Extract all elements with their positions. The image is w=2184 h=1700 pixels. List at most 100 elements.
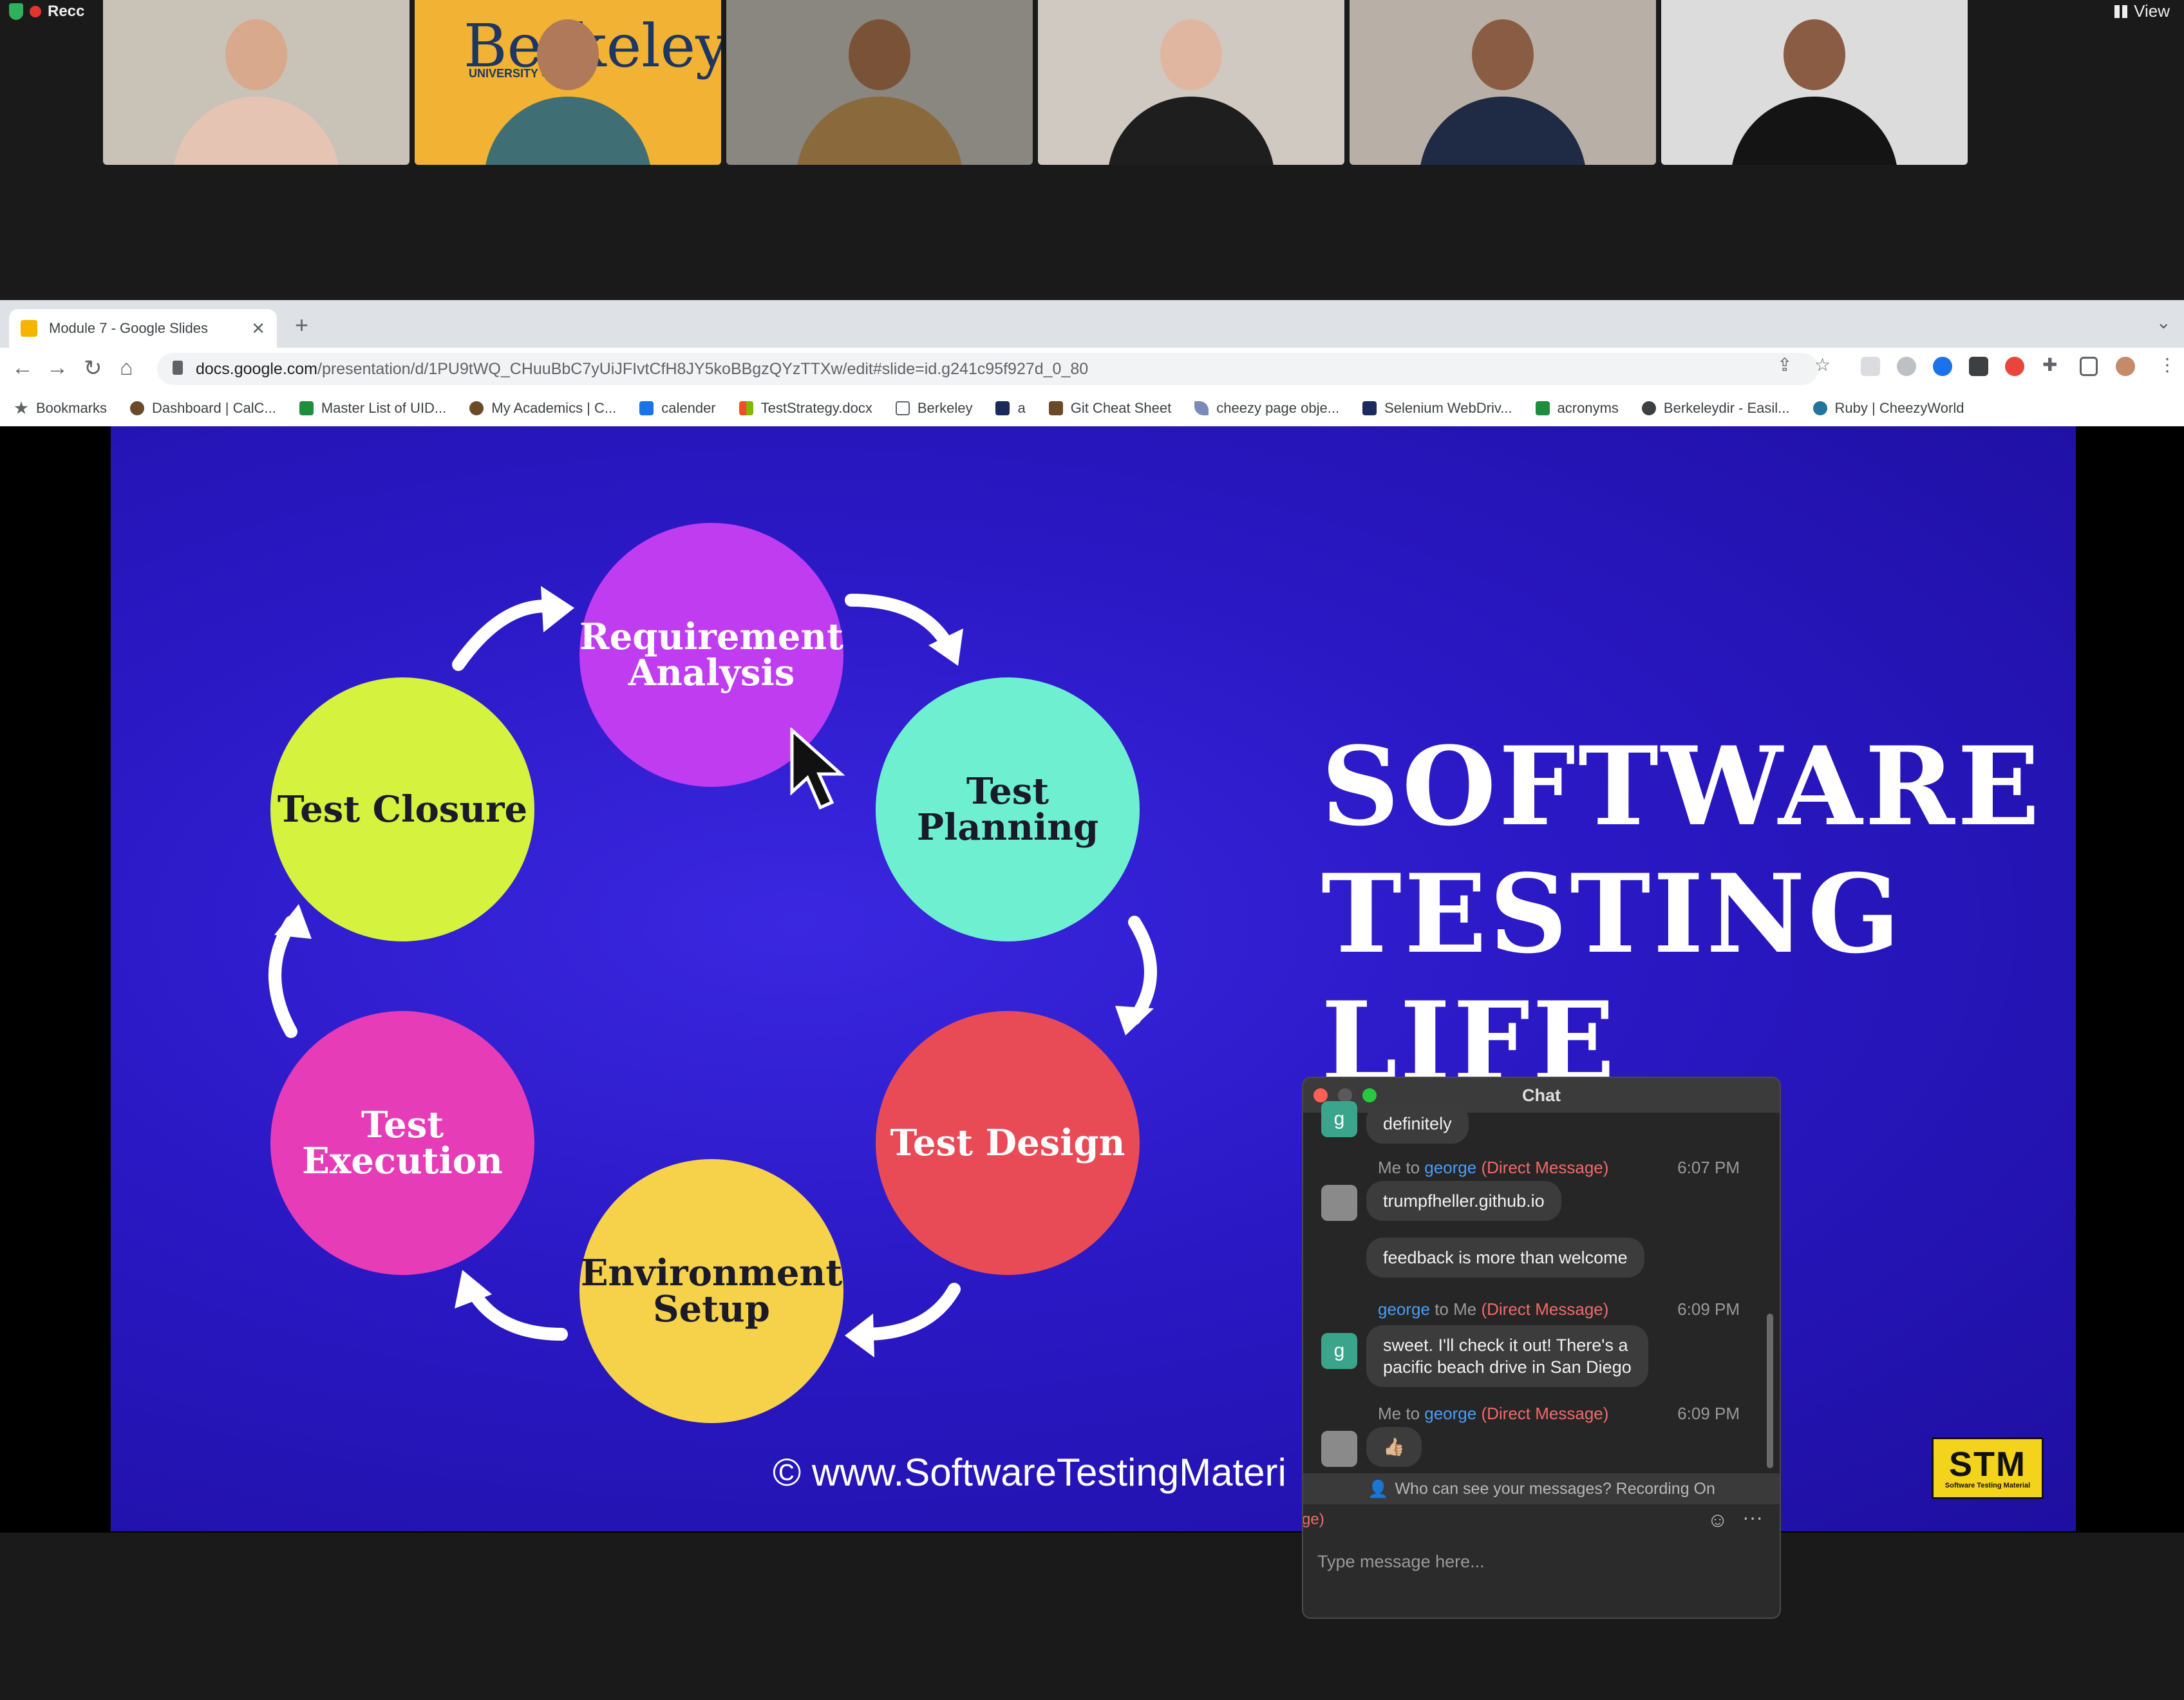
bookmark-item[interactable]: Git Cheat Sheet	[1048, 400, 1172, 417]
participant-video-3[interactable]	[726, 0, 1033, 165]
participant-head	[537, 19, 599, 90]
tab-google-slides[interactable]: Module 7 - Google Slides ✕	[9, 309, 277, 348]
arrow-requirement-to-planning	[845, 594, 954, 652]
extensions-puzzle-icon[interactable]: ✚	[2042, 354, 2057, 375]
arrowhead	[1115, 1006, 1154, 1035]
zoom-window-icon[interactable]	[1362, 1088, 1377, 1102]
chat-message[interactable]: trumpfheller.github.io	[1366, 1181, 1561, 1221]
bookmark-item[interactable]: Berkeleydir - Easil...	[1641, 400, 1790, 417]
view-button[interactable]: View	[2114, 1, 2170, 21]
emoji-icon[interactable]: ☺	[1707, 1508, 1728, 1532]
sheets-icon	[299, 401, 314, 415]
recipient: to Me	[1435, 1299, 1477, 1319]
chat-window[interactable]: Chat g definitely Me to george (Direct M…	[1302, 1077, 1781, 1619]
profile-avatar[interactable]	[2116, 357, 2135, 376]
message-text: sweet. I'll check it out! There's a	[1383, 1336, 1628, 1355]
bookmark-item[interactable]: cheezy page obje...	[1194, 400, 1339, 417]
chat-scrollbar[interactable]	[1767, 1314, 1773, 1468]
kebab-menu-icon[interactable]: ⋮	[2158, 354, 2176, 375]
logo-text: STM	[1949, 1445, 2026, 1484]
bookmark-label: TestStrategy.docx	[760, 400, 872, 416]
sender[interactable]: george	[1378, 1299, 1430, 1319]
bookmark-label: Berkeley	[917, 400, 973, 416]
bookmark-label: cheezy page obje...	[1216, 400, 1340, 416]
extension-red-icon[interactable]	[2005, 357, 2024, 376]
close-window-icon[interactable]	[1313, 1088, 1328, 1102]
bookmark-item[interactable]: Master List of UID...	[299, 400, 446, 417]
stm-logo: STM Software Testing Material	[1932, 1437, 2044, 1499]
participant-video-1[interactable]	[103, 0, 410, 165]
bookmark-label: Master List of UID...	[321, 400, 447, 416]
reload-icon[interactable]: ↻	[84, 355, 102, 381]
forward-arrow-icon[interactable]: →	[46, 355, 68, 381]
chat-message[interactable]: definitely	[1366, 1104, 1469, 1144]
recipient[interactable]: george	[1424, 1404, 1476, 1423]
participant-video-6[interactable]	[1661, 0, 1968, 165]
recording-dot-icon	[30, 6, 41, 17]
address-bar[interactable]: docs.google.com/presentation/d/1PU9tWQ_C…	[157, 353, 1818, 385]
participant-head	[1784, 19, 1845, 90]
stage-label: Test Design	[890, 1122, 1125, 1164]
cal-icon	[995, 401, 1010, 415]
bookmark-item[interactable]: Bookmarks	[14, 400, 107, 417]
bookmark-item[interactable]: My Academics | C...	[469, 400, 616, 417]
bookmark-item[interactable]: Dashboard | CalC...	[130, 400, 276, 417]
chat-message-input[interactable]	[1316, 1543, 1763, 1580]
stage-label: Environment Setup	[580, 1252, 843, 1330]
stage-label: Test Planning	[916, 770, 1099, 849]
bookmark-item[interactable]: a	[995, 400, 1026, 417]
bookmark-label: My Academics | C...	[491, 400, 617, 416]
back-arrow-icon[interactable]: ←	[12, 355, 33, 381]
participant-video-4[interactable]	[1038, 0, 1344, 165]
extension-sync-icon[interactable]	[1897, 357, 1916, 376]
extension-zoom-icon[interactable]	[1933, 357, 1952, 376]
bookmark-item[interactable]: Berkeley	[895, 400, 973, 417]
url-host: docs.google.com	[196, 359, 318, 378]
extension-dark-icon[interactable]	[1969, 357, 1988, 376]
bookmark-item[interactable]: calender	[639, 400, 716, 417]
bookmark-item[interactable]: Selenium WebDriv...	[1362, 400, 1512, 417]
mouse-pointer-icon	[790, 728, 845, 810]
more-options-icon[interactable]: ···	[1742, 1506, 1763, 1529]
home-icon[interactable]: ⌂	[120, 355, 133, 381]
chat-message[interactable]: 👍🏼	[1366, 1427, 1422, 1467]
chat-message[interactable]: feedback is more than welcome	[1366, 1238, 1644, 1278]
tab-search-chevron-icon[interactable]: ⌄	[2156, 312, 2171, 333]
address-row: ← → ↻ ⌂ docs.google.com/presentation/d/1…	[0, 348, 2184, 390]
lock-icon[interactable]	[173, 361, 183, 375]
sheets-icon	[1535, 401, 1550, 415]
bookmark-star-icon[interactable]: ☆	[1814, 354, 1831, 375]
calendar-icon	[639, 401, 654, 415]
avatar-letter: g	[1333, 1340, 1345, 1361]
url-path: /presentation/d/1PU9tWQ_CHuuBbC7yUiJFIvt…	[317, 359, 1089, 378]
browser-window: Module 7 - Google Slides ✕ + ⌄ ← → ↻ ⌂ d…	[0, 300, 2184, 427]
message-text: pacific beach drive in San Diego	[1383, 1357, 1632, 1377]
recipient[interactable]: george	[1424, 1158, 1476, 1177]
bookmark-item[interactable]: TestStrategy.docx	[739, 400, 872, 417]
minimize-window-icon[interactable]	[1338, 1088, 1352, 1102]
recording-indicator[interactable]: Recc	[9, 3, 84, 21]
chat-privacy-notice[interactable]: 👤 Who can see your messages? Recording O…	[1303, 1473, 1780, 1504]
folder-icon	[895, 401, 910, 415]
chat-message-list[interactable]: g definitely Me to george (Direct Messag…	[1303, 1101, 1780, 1473]
message-header: Me to george (Direct Message)	[1378, 1158, 1608, 1178]
share-icon[interactable]: ⇪	[1777, 354, 1792, 375]
participant-video-2-active-speaker[interactable]: Berkeley UNIVERSITY OF	[415, 0, 721, 165]
chat-message[interactable]: sweet. I'll check it out! There's a paci…	[1366, 1325, 1648, 1387]
bookmark-item[interactable]: acronyms	[1535, 400, 1619, 417]
bookmark-label: Git Cheat Sheet	[1070, 400, 1172, 416]
side-panel-icon[interactable]	[2080, 357, 2098, 376]
participant-head	[849, 19, 910, 90]
participant-video-5[interactable]	[1350, 0, 1656, 165]
bookmark-label: acronyms	[1557, 400, 1619, 416]
recipient-selector[interactable]: ge)	[1303, 1511, 1324, 1529]
arrowhead	[274, 904, 312, 939]
extension-cast-icon[interactable]	[1861, 357, 1880, 376]
stage-environment-setup: Environment Setup	[579, 1159, 843, 1423]
bookmark-item[interactable]: Ruby | CheezyWorld	[1812, 400, 1964, 417]
sender: Me to	[1378, 1404, 1420, 1423]
close-tab-icon[interactable]: ✕	[251, 319, 265, 339]
stage-test-design: Test Design	[876, 1011, 1140, 1275]
arrowhead	[845, 1314, 874, 1357]
new-tab-icon[interactable]: +	[295, 312, 308, 339]
